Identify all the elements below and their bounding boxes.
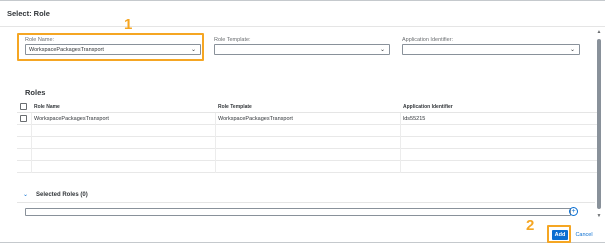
divider bbox=[17, 202, 595, 203]
cancel-button[interactable]: Cancel bbox=[573, 230, 595, 240]
cell-application-identifier: lds55215 bbox=[403, 116, 426, 122]
dialog-title: Select: Role bbox=[7, 9, 50, 18]
scroll-down-icon[interactable]: ▼ bbox=[595, 213, 603, 219]
step-2-highlight bbox=[547, 225, 571, 243]
column-divider bbox=[31, 113, 32, 173]
add-circle-icon[interactable]: + bbox=[569, 207, 578, 216]
application-identifier-combobox[interactable]: ⌄ bbox=[402, 44, 580, 55]
chevron-down-icon[interactable]: ⌄ bbox=[23, 191, 28, 198]
select-role-dialog: Select: Role ▲ ▼ Role Name: WorkspacePac… bbox=[0, 0, 605, 243]
selected-roles-panel-header[interactable]: ⌄ Selected Roles (0) bbox=[17, 190, 597, 202]
column-header-application-identifier[interactable]: Application Identifier bbox=[403, 104, 453, 110]
selected-roles-tokenizer[interactable] bbox=[25, 208, 571, 216]
dialog-header: Select: Role bbox=[0, 1, 605, 27]
selected-roles-title: Selected Roles (0) bbox=[36, 192, 88, 198]
row-checkbox[interactable] bbox=[20, 115, 27, 122]
roles-table-header: Role Name Role Template Application Iden… bbox=[17, 101, 597, 113]
cell-role-template: WorkspacePackagesTransport bbox=[218, 116, 293, 122]
table-row-empty bbox=[17, 125, 597, 137]
table-row-empty bbox=[17, 137, 597, 149]
column-divider bbox=[215, 113, 216, 173]
step-2-number: 2 bbox=[526, 217, 535, 234]
table-row-empty bbox=[17, 161, 597, 173]
dialog-footer bbox=[0, 221, 605, 243]
cell-role-name: WorkspacePackagesTransport bbox=[34, 116, 109, 122]
application-identifier-label: Application Identifier: bbox=[402, 37, 454, 43]
table-row-empty bbox=[17, 149, 597, 161]
role-template-combobox[interactable]: ⌄ bbox=[214, 44, 390, 55]
scroll-thumb[interactable] bbox=[597, 39, 601, 209]
roles-section-title: Roles bbox=[25, 88, 46, 97]
step-1-number: 1 bbox=[124, 16, 133, 33]
select-all-checkbox[interactable] bbox=[20, 103, 27, 110]
column-header-role-template[interactable]: Role Template bbox=[218, 104, 252, 110]
table-row[interactable]: WorkspacePackagesTransport WorkspacePack… bbox=[17, 113, 597, 125]
column-header-role-name[interactable]: Role Name bbox=[34, 104, 60, 110]
chevron-down-icon[interactable]: ⌄ bbox=[380, 46, 385, 54]
scroll-up-icon[interactable]: ▲ bbox=[595, 29, 603, 35]
role-template-label: Role Template: bbox=[214, 37, 251, 43]
step-1-highlight bbox=[17, 33, 204, 61]
chevron-down-icon[interactable]: ⌄ bbox=[570, 46, 575, 54]
column-divider bbox=[400, 113, 401, 173]
